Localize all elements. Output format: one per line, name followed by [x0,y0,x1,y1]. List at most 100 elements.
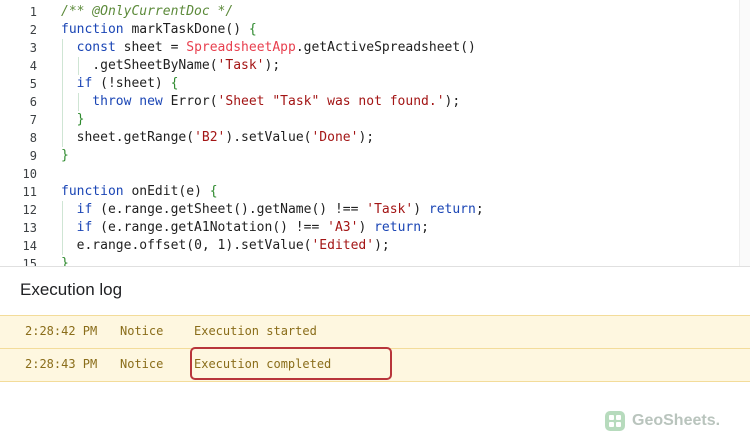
code-token: ; [475,202,484,217]
code-line[interactable]: 5 if (!sheet) { [0,75,740,93]
code-token: Error( [170,94,218,109]
log-entry: 2:28:42 PM Notice Execution started [0,315,750,348]
code-text: function onEdit(e) { [61,183,218,201]
code-token: { [209,184,218,199]
code-text: .getSheetByName('Task'); [61,57,280,75]
code-token: ) [358,220,375,235]
code-line[interactable]: 6 throw new Error('Sheet "Task" was not … [0,93,740,111]
execution-log-title: Execution log [20,280,123,299]
code-token: function [61,22,132,37]
code-line[interactable]: 2 function markTaskDone() { [0,21,740,39]
code-token: function [61,184,132,199]
code-line[interactable]: 15} [0,255,740,266]
code-line[interactable]: 8 sheet.getRange('B2').setValue('Done'); [0,129,740,147]
line-number: 12 [22,203,37,217]
grid-logo-icon [605,411,625,431]
code-token: markTaskDone [131,22,226,37]
code-token: (!sheet) [100,76,171,91]
highlight-box [190,347,392,380]
code-token: onEdit(e) [131,184,210,199]
code-token: ).setValue( [225,130,312,145]
line-number: 1 [29,5,37,19]
code-text: function markTaskDone() { [61,21,257,39]
geosheets-watermark: GeoSheets. [605,410,720,432]
code-line[interactable]: 3 const sheet = SpreadsheetApp.getActive… [0,39,740,57]
code-token: e.range.offset( [61,238,195,253]
code-token: ); [264,58,281,73]
code-token: 'Task' [366,202,414,217]
code-token: { [170,76,179,91]
code-token: } [61,148,69,163]
code-token: ) [413,202,429,217]
line-number: 5 [29,77,37,91]
line-number: 9 [29,149,37,163]
code-line[interactable]: 10 [0,165,740,183]
line-number: 7 [29,113,37,127]
code-token: if [61,202,101,217]
line-number: 6 [29,95,37,109]
code-text: } [61,111,85,129]
code-token: 'Edited' [311,238,375,253]
code-line[interactable]: 11 function onEdit(e) { [0,183,740,201]
code-line[interactable]: 7 } [0,111,740,129]
code-token: ); [444,94,461,109]
code-token: .getSheetByName( [61,58,218,73]
log-time: 2:28:43 PM [25,357,98,371]
line-number: 14 [22,239,37,253]
code-line[interactable]: 1 /** @OnlyCurrentDoc */ [0,3,740,21]
code-token: if [61,76,101,91]
code-editor[interactable]: 1 /** @OnlyCurrentDoc */ 2 function markTas… [0,0,750,266]
editor-scrollbar[interactable] [739,0,750,266]
log-time: 2:28:42 PM [25,324,98,338]
code-line[interactable]: 12 if (e.range.getSheet().getName() !== … [0,201,740,219]
code-token: ); [358,130,375,145]
code-token: (e.range.getSheet().getName() !== [100,202,367,217]
code-text: const sheet = SpreadsheetApp.getActiveSp… [61,39,476,57]
code-text: throw new Error('Sheet "Task" was not fo… [61,93,460,111]
code-token: (e.range.getA1Notation() !== [100,220,328,235]
code-token: return [428,202,476,217]
code-token: 0 [194,238,202,253]
code-token: throw new [61,94,171,109]
line-number: 11 [22,185,37,199]
code-token: } [61,256,69,266]
code-text: if (!sheet) { [61,75,179,93]
code-token: const [61,40,124,55]
log-severity: Notice [120,324,164,338]
code-token: sheet.getRange( [61,130,195,145]
code-line[interactable]: 9} [0,147,740,165]
code-token: () [225,22,249,37]
line-number: 3 [29,41,37,55]
watermark-text: GeoSheets. [632,412,721,429]
code-token: /** @OnlyCurrentDoc */ [61,4,234,19]
code-token: return [374,220,422,235]
line-number: 4 [29,59,37,73]
code-line[interactable]: 4 .getSheetByName('Task'); [0,57,740,75]
code-token: 'A3' [327,220,359,235]
code-text: /** @OnlyCurrentDoc */ [61,3,233,21]
code-line[interactable]: 13 if (e.range.getA1Notation() !== 'A3')… [0,219,740,237]
code-token: 'Sheet "Task" was not found.' [217,94,445,109]
code-token: } [61,112,85,127]
code-text: if (e.range.getA1Notation() !== 'A3') re… [61,219,429,237]
line-number: 13 [22,221,37,235]
code-token: sheet = [123,40,187,55]
code-line[interactable]: 14 e.range.offset(0, 1).setValue('Edited… [0,237,740,255]
code-token: { [248,22,257,37]
code-token: .getActiveSpreadsheet() [295,40,476,55]
code-text: } [61,255,69,266]
line-number: 2 [29,23,37,37]
code-token: 'Done' [311,130,359,145]
code-token: ; [421,220,429,235]
log-severity: Notice [120,357,164,371]
code-text: sheet.getRange('B2').setValue('Done'); [61,129,374,147]
code-token: , [201,238,218,253]
code-text: } [61,147,69,165]
code-token: SpreadsheetApp [186,40,296,55]
code-token: ).setValue( [225,238,312,253]
code-token: if [61,220,101,235]
line-number: 15 [22,257,37,266]
line-number: 8 [29,131,37,145]
line-number: 10 [22,167,37,181]
code-text: e.range.offset(0, 1).setValue('Edited'); [61,237,390,255]
